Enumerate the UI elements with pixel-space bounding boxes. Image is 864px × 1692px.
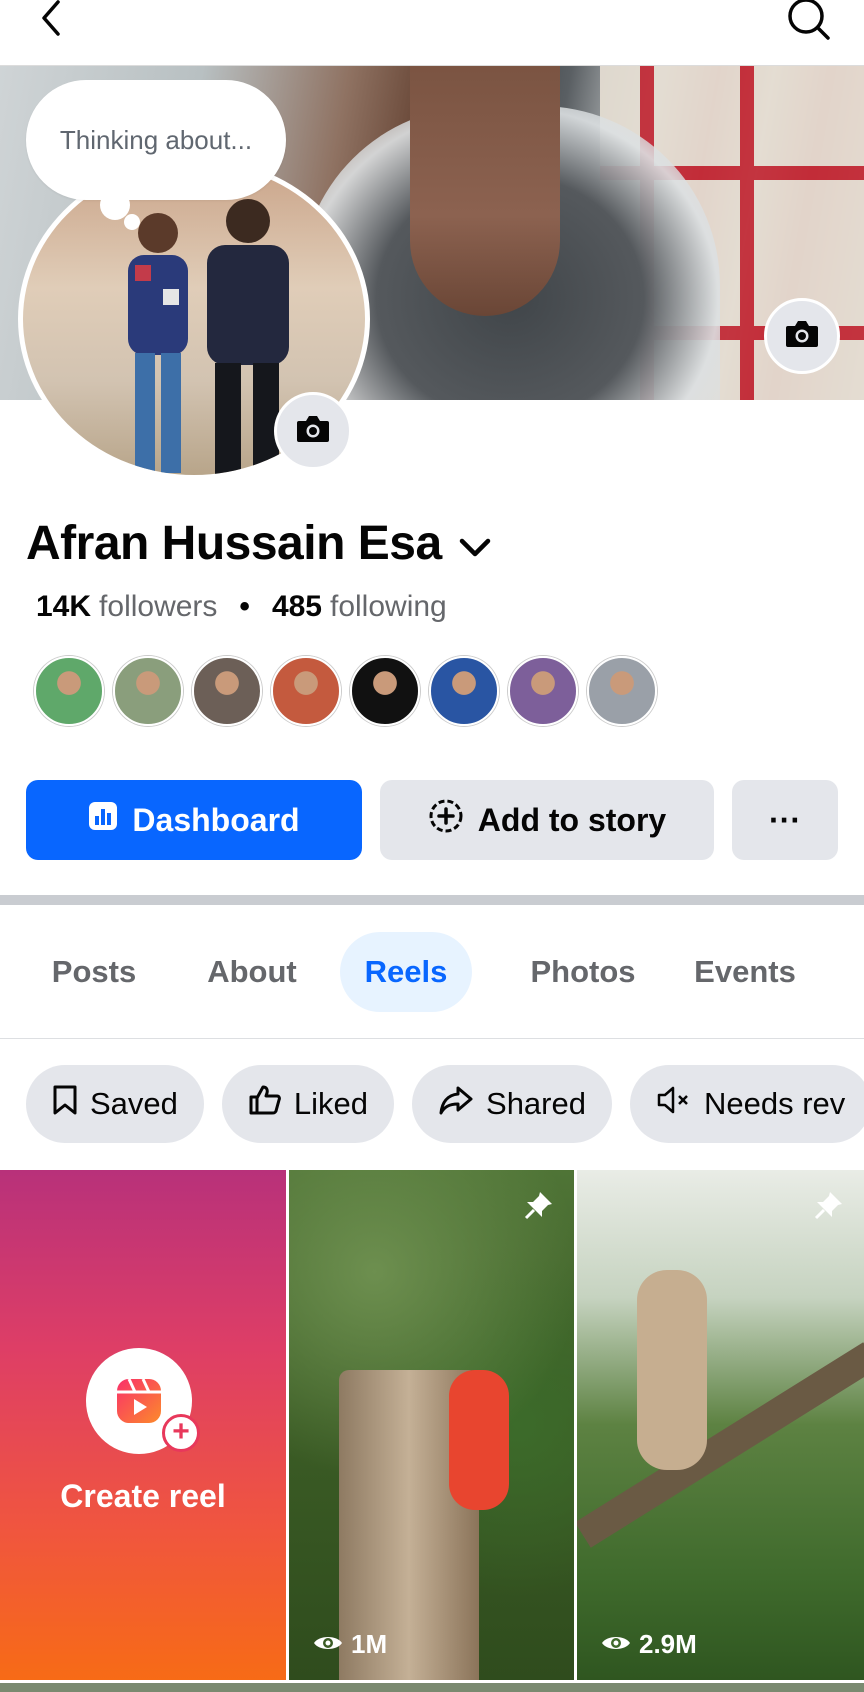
next-row-thumbnails [0,1683,864,1692]
pin-icon [522,1190,554,1227]
tab-about[interactable]: About [192,932,312,1012]
filter-chip-label: Needs rev [703,1086,846,1121]
profile-name-row[interactable]: Afran Hussain Esa [26,516,492,571]
add-plus-icon: + [162,1414,200,1452]
edit-cover-photo-button[interactable] [764,298,840,374]
add-to-story-button[interactable]: Add to story [380,780,714,860]
edit-profile-picture-button[interactable] [274,392,352,470]
tab-reels[interactable]: Reels [340,932,472,1012]
friend-avatar[interactable] [34,656,104,726]
top-bar [0,0,864,66]
add-story-icon [428,798,464,842]
add-to-story-label: Add to story [477,801,667,838]
friend-avatars [34,656,657,726]
thought-bubble-text: Thinking about... [59,124,253,155]
filter-chip-label: Saved [90,1086,178,1121]
friend-avatar[interactable] [587,656,657,726]
friend-avatar[interactable] [429,656,499,726]
follow-stats: 14K followers • 485 following [36,590,447,624]
filter-chip-shared[interactable]: Shared [412,1065,612,1143]
reel-view-count: 2.9M [639,1629,697,1659]
dashboard-label: Dashboard [132,801,300,838]
reel-thumbnail[interactable]: 2.9M [577,1170,864,1680]
friend-avatar[interactable] [350,656,420,726]
create-reel-label: Create reel [60,1478,226,1514]
stats-separator: • [239,590,250,623]
reel-image-branch [577,1342,864,1548]
friend-avatar[interactable] [508,656,578,726]
filter-chip-saved[interactable]: Saved [26,1065,204,1143]
cover-person-neck [410,66,560,316]
thumbs-up-icon [248,1084,282,1124]
more-dots-icon: ··· [769,801,801,838]
eye-icon [313,1629,343,1660]
camera-icon [295,414,331,449]
following-count[interactable]: 485 [272,590,322,624]
chevron-down-icon[interactable] [458,516,492,571]
reel-thumbnail[interactable]: 1M [289,1170,574,1680]
profile-name: Afran Hussain Esa [26,517,442,570]
thought-bubble[interactable]: Thinking about... [26,80,286,200]
thought-bubble-tail-small [124,214,140,230]
reel-view-count: 1M [351,1629,388,1659]
back-arrow-icon[interactable] [32,0,72,40]
friend-avatar[interactable] [113,656,183,726]
reel-image-person [637,1270,707,1470]
section-divider [0,895,864,905]
filter-chip-label: Shared [486,1086,586,1121]
bookmark-icon [52,1084,78,1124]
tabs-border [0,1038,864,1039]
reel-views: 2.9M [601,1629,697,1660]
search-icon[interactable] [786,0,832,46]
profile-tabs: Posts About Reels Photos Events [0,932,864,1012]
tab-posts[interactable]: Posts [44,932,144,1012]
dashboard-button[interactable]: Dashboard [26,780,362,860]
camera-icon [784,319,820,354]
eye-icon [601,1629,631,1660]
followers-label[interactable]: followers [99,590,217,624]
share-icon [438,1085,474,1123]
pin-icon [812,1190,844,1227]
tab-events[interactable]: Events [680,932,810,1012]
tab-photos[interactable]: Photos [508,932,658,1012]
reels-grid: + Create reel 1M 2.9M [0,1170,864,1692]
dashboard-icon [88,801,118,839]
avatar-person-left [128,213,188,473]
more-options-button[interactable]: ··· [732,780,838,860]
profile-actions: Dashboard Add to story ··· [26,780,838,860]
friend-avatar[interactable] [271,656,341,726]
filter-chip-label: Liked [293,1086,369,1121]
reel-image-person [449,1370,509,1510]
reel-filters: Saved Liked Shared Needs rev [26,1065,864,1143]
create-reel-tile[interactable]: + Create reel [0,1170,286,1680]
filter-chip-needs-rev[interactable]: Needs rev [629,1065,864,1143]
followers-count[interactable]: 14K [36,590,91,624]
reel-views: 1M [313,1629,387,1660]
following-label[interactable]: following [330,590,447,624]
muted-speaker-icon [656,1085,692,1123]
filter-chip-liked[interactable]: Liked [221,1065,395,1143]
friend-avatar[interactable] [192,656,262,726]
